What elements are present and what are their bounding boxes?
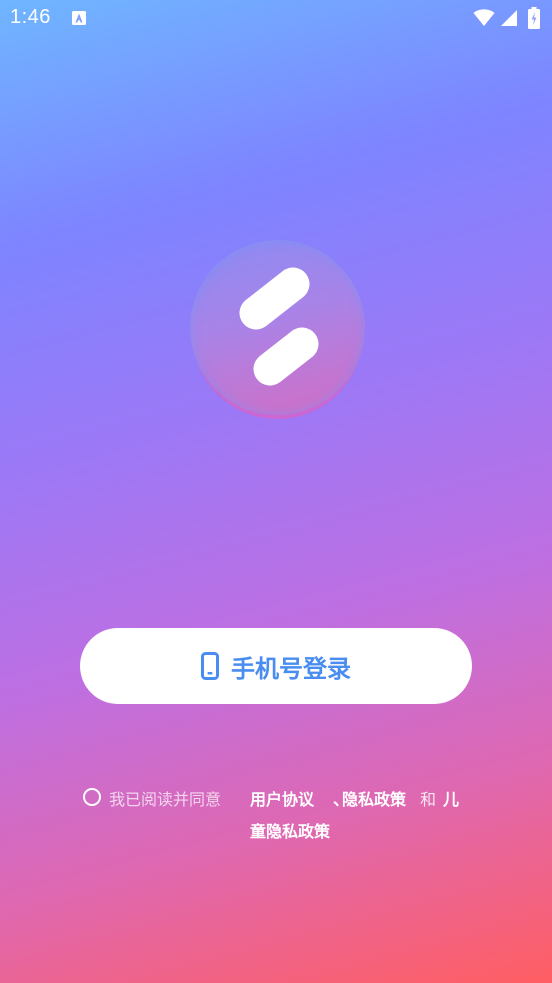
agree-checkbox[interactable] (83, 788, 101, 806)
app-logo-icon (239, 267, 319, 386)
a-notification-icon (72, 11, 86, 25)
agreement-and-text: 和 (420, 790, 437, 809)
login-screen: 1:46 手机号登录 我已阅读并同意 用户协议 、 隐私政策 和 儿 童隐私政策 (0, 0, 552, 983)
wifi-icon (473, 9, 495, 26)
agreement-prefix-text: 我已阅读并同意 (109, 790, 222, 809)
status-time: 1:46 (10, 6, 51, 28)
child-privacy-policy-link[interactable]: 儿 (443, 786, 459, 810)
signal-icon (501, 10, 517, 26)
child-privacy-policy-link-continued[interactable]: 童隐私政策 (250, 818, 330, 842)
phone-login-label: 手机号登录 (231, 654, 351, 683)
battery-icon (528, 7, 540, 29)
user-agreement-link[interactable]: 用户协议 (250, 786, 314, 810)
phone-icon (201, 652, 219, 680)
privacy-policy-link[interactable]: 隐私政策 (342, 786, 406, 810)
status-bar: 1:46 (0, 0, 552, 38)
app-logo (190, 240, 365, 415)
phone-login-button[interactable]: 手机号登录 (80, 628, 472, 704)
agreement-section: 我已阅读并同意 用户协议 、 隐私政策 和 儿 童隐私政策 (83, 784, 483, 854)
